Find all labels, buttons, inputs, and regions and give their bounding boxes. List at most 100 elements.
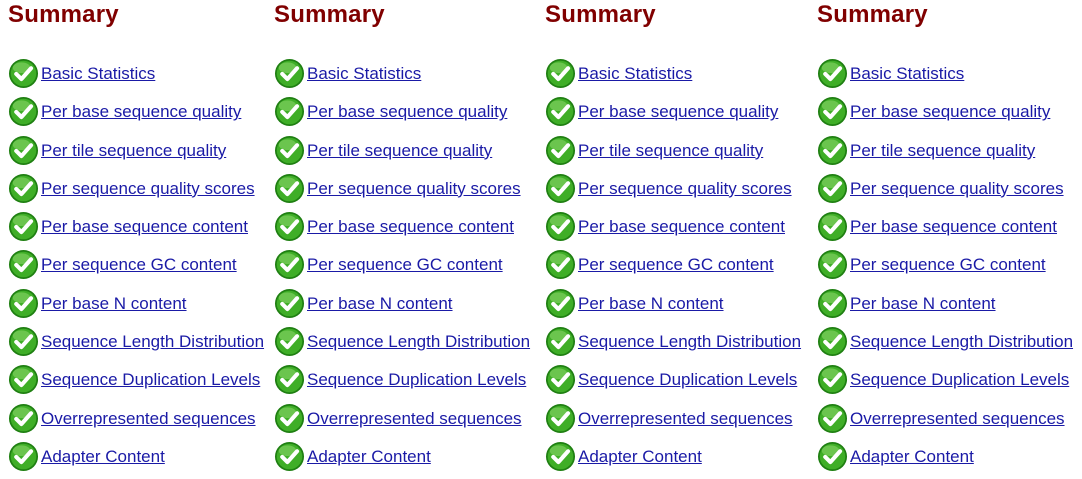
module-link[interactable]: Per tile sequence quality	[307, 141, 492, 161]
module-link[interactable]: Per tile sequence quality	[850, 141, 1035, 161]
pass-check-icon	[274, 403, 305, 433]
pass-check-icon	[274, 250, 305, 280]
pass-check-icon	[274, 58, 305, 89]
module-link[interactable]: Per base sequence quality	[41, 102, 241, 122]
pass-check-icon	[8, 58, 39, 89]
module-item: Per sequence quality scores	[274, 173, 530, 211]
summary-panel: Summary Basic Statistics Per base sequence…	[8, 0, 276, 478]
pass-check-icon	[817, 365, 848, 395]
module-item: Per base sequence quality	[817, 96, 1073, 134]
module-item: Per base sequence content	[8, 211, 264, 249]
module-link[interactable]: Per base sequence quality	[578, 102, 778, 122]
module-item: Adapter Content	[545, 441, 801, 479]
pass-check-icon	[8, 441, 39, 471]
module-item: Per sequence GC content	[817, 249, 1073, 287]
module-link[interactable]: Sequence Duplication Levels	[41, 370, 260, 390]
module-link[interactable]: Per tile sequence quality	[41, 141, 226, 161]
module-item: Basic Statistics	[8, 58, 264, 96]
module-link[interactable]: Sequence Duplication Levels	[578, 370, 797, 390]
module-item: Per base sequence content	[274, 211, 530, 249]
pass-check-icon	[817, 327, 848, 357]
module-link[interactable]: Sequence Length Distribution	[41, 332, 264, 352]
module-link[interactable]: Per sequence GC content	[578, 255, 774, 275]
module-item: Sequence Length Distribution	[8, 326, 264, 364]
module-link[interactable]: Overrepresented sequences	[578, 409, 793, 429]
summary-panel: Summary Basic Statistics Per base sequence…	[545, 0, 813, 478]
module-item: Sequence Duplication Levels	[545, 364, 801, 402]
module-link[interactable]: Basic Statistics	[578, 64, 692, 84]
pass-check-icon	[545, 58, 576, 89]
module-link[interactable]: Per sequence quality scores	[850, 179, 1064, 199]
module-item: Per sequence quality scores	[8, 173, 264, 211]
module-link[interactable]: Sequence Duplication Levels	[850, 370, 1069, 390]
module-link[interactable]: Sequence Length Distribution	[850, 332, 1073, 352]
module-item: Sequence Length Distribution	[274, 326, 530, 364]
module-link[interactable]: Overrepresented sequences	[850, 409, 1065, 429]
module-item: Per sequence GC content	[545, 249, 801, 287]
module-item: Per sequence GC content	[274, 249, 530, 287]
pass-check-icon	[274, 135, 305, 165]
module-item: Per base N content	[274, 288, 530, 326]
module-item: Basic Statistics	[274, 58, 530, 96]
pass-check-icon	[274, 288, 305, 318]
pass-check-icon	[274, 441, 305, 471]
module-link[interactable]: Overrepresented sequences	[41, 409, 256, 429]
pass-check-icon	[274, 212, 305, 242]
pass-check-icon	[545, 288, 576, 318]
module-item: Sequence Duplication Levels	[274, 364, 530, 402]
module-link[interactable]: Basic Statistics	[850, 64, 964, 84]
pass-check-icon	[8, 365, 39, 395]
module-link[interactable]: Per base N content	[41, 294, 187, 314]
module-item: Per base N content	[817, 288, 1073, 326]
module-item: Per sequence quality scores	[817, 173, 1073, 211]
pass-check-icon	[274, 327, 305, 357]
module-link[interactable]: Per base sequence content	[41, 217, 248, 237]
module-link[interactable]: Overrepresented sequences	[307, 409, 522, 429]
module-link[interactable]: Per sequence GC content	[307, 255, 503, 275]
pass-check-icon	[545, 250, 576, 280]
pass-check-icon	[274, 365, 305, 395]
module-link[interactable]: Basic Statistics	[41, 64, 155, 84]
module-list: Basic Statistics Per base sequence qualit…	[274, 58, 530, 479]
pass-check-icon	[817, 135, 848, 165]
module-link[interactable]: Per sequence quality scores	[41, 179, 255, 199]
module-link[interactable]: Sequence Length Distribution	[307, 332, 530, 352]
module-link[interactable]: Adapter Content	[41, 447, 165, 467]
module-item: Per base N content	[8, 288, 264, 326]
module-link[interactable]: Per sequence quality scores	[307, 179, 521, 199]
module-item: Per base sequence quality	[545, 96, 801, 134]
pass-check-icon	[817, 212, 848, 242]
module-list: Basic Statistics Per base sequence qualit…	[817, 58, 1073, 479]
module-link[interactable]: Adapter Content	[850, 447, 974, 467]
module-item: Sequence Duplication Levels	[817, 364, 1073, 402]
module-link[interactable]: Per base sequence content	[307, 217, 514, 237]
pass-check-icon	[8, 288, 39, 318]
module-item: Per base sequence quality	[8, 96, 264, 134]
module-link[interactable]: Adapter Content	[307, 447, 431, 467]
module-link[interactable]: Per base N content	[578, 294, 724, 314]
pass-check-icon	[817, 97, 848, 127]
module-link[interactable]: Sequence Duplication Levels	[307, 370, 526, 390]
module-link[interactable]: Per base N content	[850, 294, 996, 314]
module-link[interactable]: Basic Statistics	[307, 64, 421, 84]
module-item: Per sequence quality scores	[545, 173, 801, 211]
module-item: Per tile sequence quality	[545, 135, 801, 173]
module-link[interactable]: Per base sequence content	[578, 217, 785, 237]
module-link[interactable]: Per base sequence content	[850, 217, 1057, 237]
module-link[interactable]: Sequence Length Distribution	[578, 332, 801, 352]
module-item: Sequence Length Distribution	[545, 326, 801, 364]
pass-check-icon	[817, 441, 848, 471]
module-link[interactable]: Per sequence GC content	[41, 255, 237, 275]
module-item: Basic Statistics	[817, 58, 1073, 96]
module-link[interactable]: Per base sequence quality	[307, 102, 507, 122]
pass-check-icon	[817, 250, 848, 280]
pass-check-icon	[8, 173, 39, 203]
module-link[interactable]: Per tile sequence quality	[578, 141, 763, 161]
module-link[interactable]: Per base N content	[307, 294, 453, 314]
module-link[interactable]: Per base sequence quality	[850, 102, 1050, 122]
module-list: Basic Statistics Per base sequence qualit…	[545, 58, 801, 479]
module-link[interactable]: Adapter Content	[578, 447, 702, 467]
pass-check-icon	[8, 327, 39, 357]
module-link[interactable]: Per sequence quality scores	[578, 179, 792, 199]
module-link[interactable]: Per sequence GC content	[850, 255, 1046, 275]
